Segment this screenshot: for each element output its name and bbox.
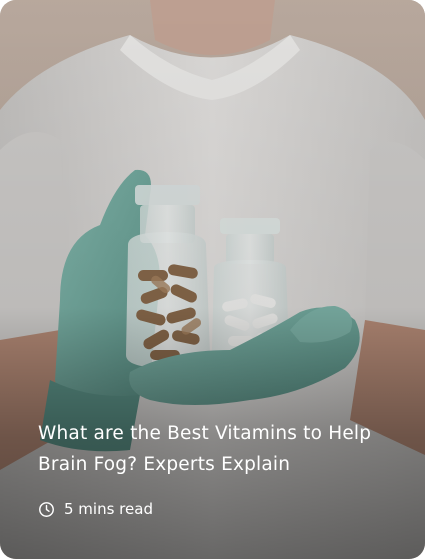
article-title[interactable]: What are the Best Vitamins to Help Brain… <box>38 418 398 480</box>
article-meta: 5 mins read <box>38 499 153 519</box>
read-time: 5 mins read <box>64 500 153 518</box>
clock-icon <box>39 501 54 517</box>
article-card[interactable]: What are the Best Vitamins to Help Brain… <box>0 0 425 559</box>
